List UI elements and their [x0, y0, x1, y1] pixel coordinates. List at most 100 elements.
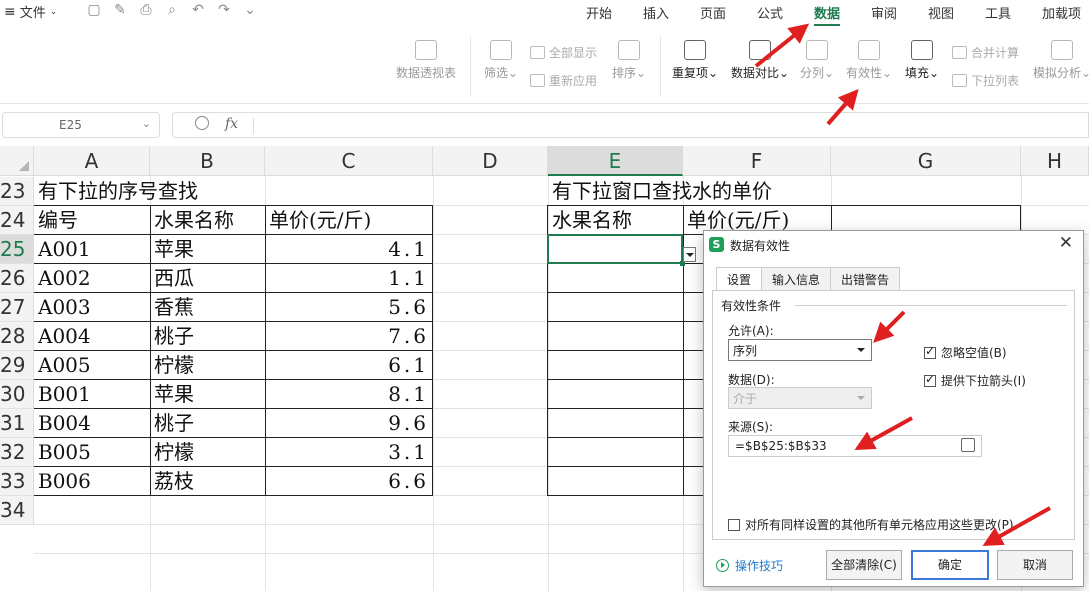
tab-addins[interactable]: 加载项	[1042, 3, 1081, 22]
filter-button[interactable]: 筛选⌄	[484, 40, 518, 81]
formula-input[interactable]: fx	[172, 112, 1089, 138]
cell-code[interactable]: A005	[38, 351, 146, 380]
cell-dropdown-arrow[interactable]	[683, 247, 696, 262]
tab-formula[interactable]: 公式	[757, 3, 783, 22]
tab-data[interactable]: 数据	[814, 3, 841, 26]
active-cell-e25[interactable]	[547, 234, 685, 266]
column-header-e[interactable]: E	[548, 146, 683, 176]
validity-label: 有效性	[846, 66, 883, 80]
tab-settings[interactable]: 设置	[716, 267, 763, 291]
row-header-33[interactable]: 33	[0, 467, 34, 496]
row-header-26[interactable]: 26	[0, 264, 34, 293]
cell-fruit-name[interactable]: 柠檬	[154, 438, 262, 467]
row-header-27[interactable]: 27	[0, 293, 34, 322]
column-header-b[interactable]: B	[150, 146, 265, 176]
cell-unit-price[interactable]: 4.1	[269, 235, 429, 264]
cell-code[interactable]: A002	[38, 264, 146, 293]
close-icon[interactable]: ✕	[1059, 233, 1073, 253]
column-header-d[interactable]: D	[433, 146, 548, 176]
validity-button[interactable]: 有效性⌄	[846, 40, 892, 81]
allow-select[interactable]: 序列	[728, 339, 872, 361]
cell-fruit-name[interactable]: 柠檬	[154, 351, 262, 380]
tips-link[interactable]: 操作技巧	[716, 557, 783, 574]
tab-input-message[interactable]: 输入信息	[761, 267, 832, 290]
consolidate-button[interactable]: 合并计算	[952, 44, 1019, 61]
tab-insert[interactable]: 插入	[643, 3, 669, 22]
show-all-button[interactable]: 全部显示	[530, 44, 597, 61]
apply-all-checkbox[interactable]: 对所有同样设置的其他所有单元格应用这些更改(P)	[728, 516, 1014, 533]
cell-unit-price[interactable]: 6.1	[269, 351, 429, 380]
cell-code[interactable]: A004	[38, 322, 146, 351]
row-header-30[interactable]: 30	[0, 380, 34, 409]
cell-code[interactable]: B001	[38, 380, 146, 409]
chevron-down-icon[interactable]: ⌄	[142, 117, 151, 130]
cell-code[interactable]: B005	[38, 438, 146, 467]
checkbox-unchecked-icon[interactable]	[728, 518, 740, 531]
tab-review[interactable]: 审阅	[871, 3, 897, 22]
cell-fruit-name[interactable]: 苹果	[154, 235, 262, 264]
range-picker-icon[interactable]	[961, 438, 975, 452]
column-header-g[interactable]: G	[831, 146, 1021, 176]
row-header-28[interactable]: 28	[0, 322, 34, 351]
tab-tools[interactable]: 工具	[985, 3, 1011, 22]
cell-unit-price[interactable]: 1.1	[269, 264, 429, 293]
fx-icon[interactable]: fx	[225, 116, 238, 132]
row-header-29[interactable]: 29	[0, 351, 34, 380]
cell-unit-price[interactable]: 5.6	[269, 293, 429, 322]
column-header-c[interactable]: C	[265, 146, 433, 176]
row-header-23[interactable]: 23	[0, 177, 34, 206]
dropdown-list-button[interactable]: 下拉列表	[952, 72, 1019, 89]
cell-fruit-name[interactable]: 香蕉	[154, 293, 262, 322]
cell-unit-price[interactable]: 7.6	[269, 322, 429, 351]
split-column-button[interactable]: 分列⌄	[800, 40, 834, 81]
fill-button[interactable]: 填充⌄	[905, 40, 939, 81]
row-header-34[interactable]: 34	[0, 496, 34, 525]
column-header-f[interactable]: F	[683, 146, 831, 176]
cell-fruit-name[interactable]: 荔枝	[154, 467, 262, 496]
pivot-table-button[interactable]: 数据透视表	[396, 40, 456, 81]
cell-fruit-name[interactable]: 桃子	[154, 409, 262, 438]
select-all-corner[interactable]	[0, 146, 34, 176]
clear-all-button[interactable]: 全部清除(C)	[826, 550, 902, 580]
allow-select-value: 序列	[733, 344, 758, 358]
row-header-31[interactable]: 31	[0, 409, 34, 438]
cell-code[interactable]: B004	[38, 409, 146, 438]
data-compare-button[interactable]: 数据对比⌄	[731, 40, 789, 81]
cell-code[interactable]: B006	[38, 467, 146, 496]
ignore-blank-checkbox[interactable]: 忽略空值(B)	[924, 344, 1007, 361]
source-input[interactable]: =$B$25:$B$33	[728, 435, 982, 457]
checkbox-checked-icon[interactable]	[924, 372, 936, 387]
cell-fruit-name[interactable]: 桃子	[154, 322, 262, 351]
cell-unit-price[interactable]: 9.6	[269, 409, 429, 438]
tab-page[interactable]: 页面	[700, 3, 726, 22]
cell-unit-price[interactable]: 6.6	[269, 467, 429, 496]
checkbox-checked-icon[interactable]	[924, 344, 936, 359]
column-header-a[interactable]: A	[34, 146, 150, 176]
tab-view[interactable]: 视图	[928, 3, 954, 22]
ok-button[interactable]: 确定	[911, 550, 989, 580]
duplicates-button[interactable]: 重复项⌄	[672, 40, 718, 81]
row-header-24[interactable]: 24	[0, 206, 34, 235]
cell-fruit-name[interactable]: 苹果	[154, 380, 262, 409]
cell-unit-price[interactable]: 3.1	[269, 438, 429, 467]
simulation-button[interactable]: 模拟分析⌄	[1033, 40, 1089, 81]
table-border	[432, 205, 433, 496]
provide-dropdown-checkbox[interactable]: 提供下拉箭头(I)	[924, 372, 1026, 389]
tab-error-alert[interactable]: 出错警告	[830, 267, 901, 290]
row-header-32[interactable]: 32	[0, 438, 34, 467]
column-header-h[interactable]: H	[1021, 146, 1089, 176]
reapply-button[interactable]: 重新应用	[530, 72, 597, 89]
data-select[interactable]: 介于	[728, 387, 872, 409]
table-border	[548, 437, 704, 438]
cell-unit-price[interactable]: 8.1	[269, 380, 429, 409]
cell-code[interactable]: A001	[38, 235, 146, 264]
name-box[interactable]: E25 ⌄	[2, 112, 160, 138]
cell-fruit-name[interactable]: 西瓜	[154, 264, 262, 293]
cancel-button[interactable]: 取消	[997, 550, 1073, 580]
tab-home[interactable]: 开始	[586, 3, 612, 22]
sort-button[interactable]: 排序⌄	[612, 40, 646, 81]
row-header-25[interactable]: 25	[0, 235, 34, 264]
filter-label: 筛选	[484, 66, 509, 80]
zoom-icon[interactable]	[195, 116, 209, 130]
cell-code[interactable]: A003	[38, 293, 146, 322]
